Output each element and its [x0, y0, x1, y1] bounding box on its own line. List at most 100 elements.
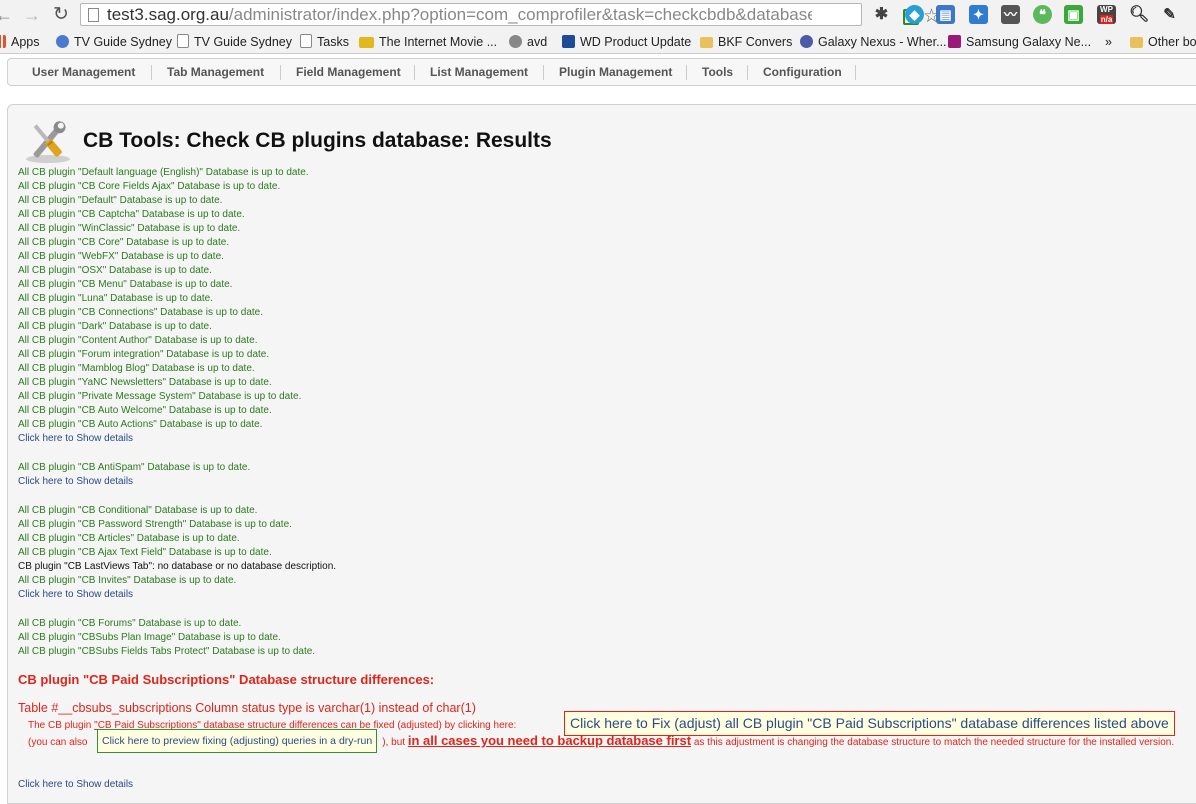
search-extension-icon[interactable]: 🔍︎ — [1129, 5, 1149, 24]
back-icon[interactable]: ← — [0, 4, 14, 26]
url-host: test3.sag.org.au — [107, 5, 229, 24]
bookmark-label: avd — [527, 35, 548, 49]
status-message: All CB plugin "CB AntiSpam" Database is … — [18, 462, 251, 473]
tv-guide-icon — [56, 35, 69, 48]
menu-separator — [747, 65, 748, 80]
hangouts-extension-icon[interactable]: ❝ — [1033, 5, 1052, 24]
bookmark-label: Samsung Galaxy Ne... — [966, 35, 1092, 49]
menu-field-management[interactable]: Field Management — [296, 65, 401, 79]
show-details-link[interactable]: Click here to Show details — [18, 476, 133, 488]
status-message: All CB plugin "Content Author" Database … — [18, 335, 258, 346]
chart-extension-icon[interactable]: 〰 — [1001, 5, 1020, 24]
menu-separator — [280, 65, 281, 80]
wp-extension-icon[interactable]: WP n/a — [1097, 5, 1116, 24]
status-message: All CB plugin "CB Auto Actions" Database… — [18, 419, 263, 430]
status-message: All CB plugin "CBSubs Fields Tabs Protec… — [18, 646, 316, 657]
reload-icon[interactable]: ↻ — [51, 4, 71, 26]
cb-admin-menu: User Management Tab Management Field Man… — [7, 58, 1196, 86]
bookmark-label: Tasks — [317, 35, 349, 49]
forward-icon[interactable]: → — [22, 4, 42, 26]
status-message: All CB plugin "CB Auto Welcome" Database… — [18, 405, 272, 416]
status-message: All CB plugin "Forum integration" Databa… — [18, 349, 270, 360]
status-message: All CB plugin "CB Ajax Text Field" Datab… — [18, 547, 272, 558]
tools-icon — [26, 121, 70, 163]
status-message: All CB plugin "Luna" Database is up to d… — [18, 293, 213, 304]
status-message: All CB plugin "CB Captcha" Database is u… — [18, 209, 245, 220]
status-message: All CB plugin "CB Connections" Database … — [18, 307, 264, 318]
status-message: All CB plugin "CBSubs Plan Image" Databa… — [18, 632, 281, 643]
folder-icon — [1130, 37, 1143, 48]
wp-badge: n/a — [1099, 15, 1114, 24]
bookmark-label: Other bo — [1148, 35, 1196, 49]
bookmark-label: Apps — [11, 35, 40, 49]
menu-separator — [151, 65, 152, 80]
status-message: All CB plugin "Mamblog Blog" Database is… — [18, 363, 255, 374]
bookmark-other[interactable]: Other bo — [1130, 34, 1196, 50]
show-details-link[interactable]: Click here to Show details — [18, 779, 133, 791]
spider-extension-icon[interactable]: ✱ — [872, 5, 891, 24]
status-message: All CB plugin "CB Forums" Database is up… — [18, 618, 242, 629]
bookmark-bkf[interactable]: BKF Convers — [700, 34, 792, 50]
status-message: All CB plugin "Default language (English… — [18, 167, 309, 178]
pencil-extension-icon[interactable]: ✎ — [1160, 5, 1179, 24]
error-text: The CB plugin — [28, 720, 95, 731]
dry-run-button[interactable]: Click here to preview fixing (adjusting)… — [97, 729, 378, 753]
status-message: All CB plugin "WebFX" Database is up to … — [18, 251, 224, 262]
error-title: CB plugin "CB Paid Subscriptions" Databa… — [18, 672, 435, 687]
menu-configuration[interactable]: Configuration — [763, 65, 842, 79]
status-message: CB plugin "CB LastViews Tab": no databas… — [18, 561, 337, 572]
bookmarks-overflow[interactable]: » — [1105, 34, 1112, 50]
menu-user-management[interactable]: User Management — [32, 65, 135, 79]
status-message: All CB plugin "Private Message System" D… — [18, 391, 302, 402]
status-message: All CB plugin "CB Conditional" Database … — [18, 505, 258, 516]
page-title: CB Tools: Check CB plugins database: Res… — [83, 129, 552, 152]
galaxy-icon — [800, 35, 813, 48]
bookmark-samsung[interactable]: Samsung Galaxy Ne... — [948, 34, 1091, 50]
status-message: All CB plugin "CB Core Fields Ajax" Data… — [18, 181, 281, 192]
page-icon — [300, 34, 312, 48]
status-message: All CB plugin "Default" Database is up t… — [18, 195, 223, 206]
green-extension-icon[interactable]: ▣ — [1064, 5, 1083, 24]
puzzle-extension-icon[interactable]: ✦ — [969, 5, 988, 24]
imdb-icon — [359, 37, 374, 48]
menu-plugin-management[interactable]: Plugin Management — [559, 65, 672, 79]
address-bar[interactable]: test3.sag.org.au/administrator/index.php… — [80, 3, 940, 27]
status-message: All CB plugin "OSX" Database is up to da… — [18, 265, 212, 276]
shield-extension-icon[interactable]: ◆ — [905, 5, 924, 24]
bookmark-label: Galaxy Nexus - Wher... — [818, 35, 947, 49]
menu-list-management[interactable]: List Management — [430, 65, 528, 79]
menu-separator — [414, 65, 415, 80]
bookmark-label: BKF Convers — [718, 35, 793, 49]
bookmark-imdb[interactable]: The Internet Movie ... — [359, 34, 497, 50]
bookmark-apps[interactable]: Apps — [0, 34, 40, 50]
show-details-link[interactable]: Click here to Show details — [18, 589, 133, 601]
folder-icon — [700, 37, 713, 48]
status-message: All CB plugin "CB Menu" Database is up t… — [18, 279, 233, 290]
browser-toolbar: ← → ↻ test3.sag.org.au/administrator/ind… — [0, 0, 1196, 30]
bookmark-tv-guide-1[interactable]: TV Guide Sydney — [56, 34, 172, 50]
bookmark-tasks[interactable]: Tasks — [300, 34, 349, 50]
avd-icon — [509, 35, 522, 48]
folder-extension-icon[interactable]: ▤ — [936, 5, 955, 24]
menu-tools[interactable]: Tools — [702, 65, 733, 79]
menu-tab-management[interactable]: Tab Management — [167, 65, 264, 79]
error-text: (you can also — [28, 737, 91, 748]
status-message: All CB plugin "CB Core" Database is up t… — [18, 237, 230, 248]
bookmark-label: TV Guide Sydney — [194, 35, 292, 49]
status-message: All CB plugin "YaNC Newsletters" Databas… — [18, 377, 272, 388]
bookmark-galaxy-nexus[interactable]: Galaxy Nexus - Wher... — [800, 34, 947, 50]
bookmark-wd[interactable]: WD Product Update — [562, 34, 691, 50]
m-icon — [948, 35, 961, 48]
status-message: All CB plugin "CB Invites" Database is u… — [18, 575, 237, 586]
url-text[interactable]: test3.sag.org.au/administrator/index.php… — [107, 5, 812, 25]
overflow-chevron-icon: » — [1105, 35, 1112, 49]
bookmark-tv-guide-2[interactable]: TV Guide Sydney — [177, 34, 292, 50]
fix-database-button[interactable]: Click here to Fix (adjust) all CB plugin… — [564, 711, 1175, 736]
bookmark-avd[interactable]: avd — [509, 34, 547, 50]
menu-separator — [855, 65, 856, 80]
wd-icon — [562, 35, 575, 48]
status-message: All CB plugin "CB Password Strength" Dat… — [18, 519, 292, 530]
status-message: All CB plugin "WinClassic" Database is u… — [18, 223, 241, 234]
show-details-link[interactable]: Click here to Show details — [18, 433, 133, 445]
menu-separator — [686, 65, 687, 80]
